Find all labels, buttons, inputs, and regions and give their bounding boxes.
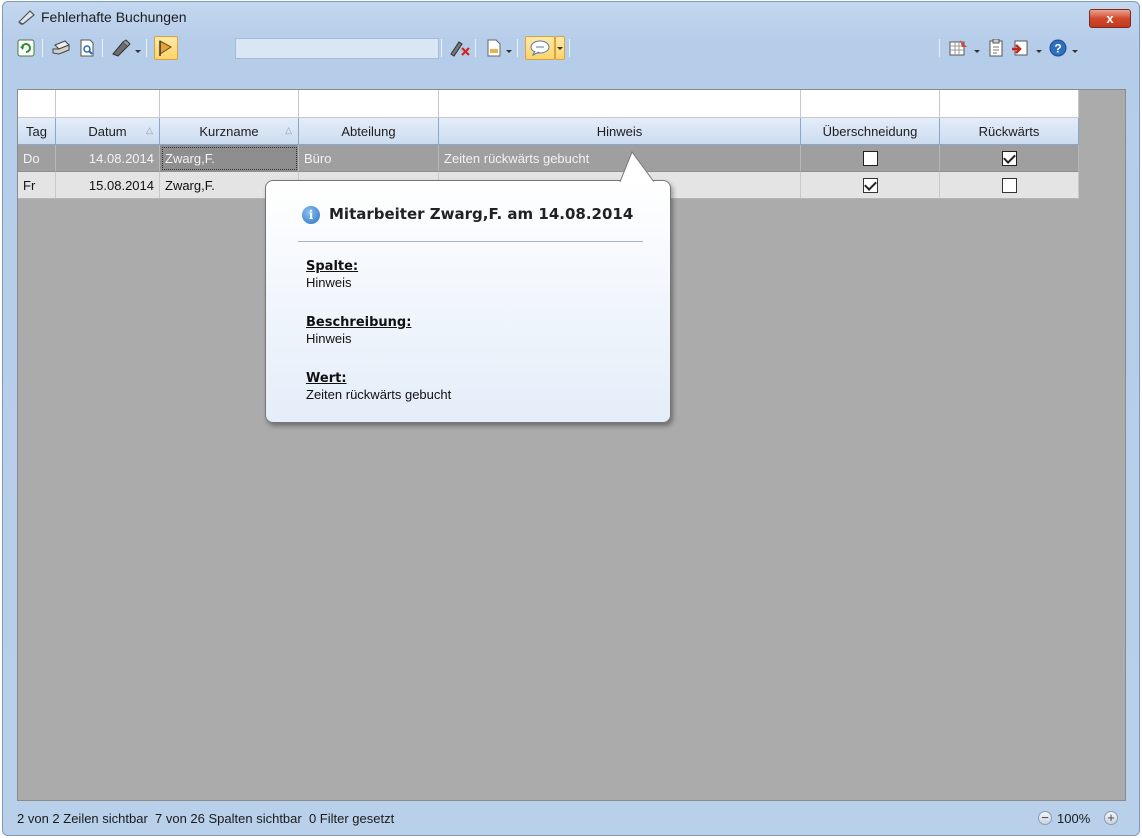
layout-dropdown-icon[interactable] xyxy=(973,43,981,53)
comment-icon[interactable] xyxy=(525,36,555,60)
column-header-tag[interactable]: Tag xyxy=(18,118,56,145)
filter-cell-abteilung[interactable] xyxy=(299,90,439,118)
zoom-in-icon[interactable]: + xyxy=(1104,811,1118,825)
ueberschneidung-checkbox[interactable] xyxy=(862,150,878,166)
zoom-level: 100% xyxy=(1057,811,1091,826)
column-header-rueckwaerts[interactable]: Rückwärts xyxy=(940,118,1079,145)
tooltip-divider xyxy=(298,241,643,242)
spalte-value: Hinweis xyxy=(306,275,352,290)
wert-value: Zeiten rückwärts gebucht xyxy=(306,387,452,402)
column-header-ueberschneidung[interactable]: Überschneidung xyxy=(801,118,940,145)
cell-ueberschneidung[interactable] xyxy=(801,172,940,199)
exit-icon[interactable] xyxy=(1009,37,1031,59)
print-preview-icon[interactable] xyxy=(76,37,98,59)
export-icon[interactable] xyxy=(483,37,505,59)
cell-abteilung[interactable]: Büro xyxy=(299,145,439,172)
beschreibung-label: Beschreibung: xyxy=(306,315,412,330)
cell-kurzname[interactable]: Zwarg,F. xyxy=(160,145,299,172)
sort-ascending-icon: △ xyxy=(146,125,153,135)
edit-dropdown-icon[interactable] xyxy=(134,43,142,53)
window-title: Fehlerhafte Buchungen xyxy=(41,9,187,25)
filter-cell-rueckwaerts[interactable] xyxy=(940,90,1079,118)
help-dropdown-icon[interactable] xyxy=(1071,43,1079,53)
column-header-kurzname[interactable]: Kurzname △ xyxy=(160,118,299,145)
clipboard-icon[interactable] xyxy=(985,37,1007,59)
cell-datum[interactable]: 15.08.2014 xyxy=(56,172,160,199)
filter-cell-datum[interactable] xyxy=(56,90,160,118)
tooltip-beschreibung: Beschreibung: Hinweis xyxy=(306,315,411,346)
tooltip-pointer xyxy=(619,151,655,183)
svg-text:?: ? xyxy=(1054,42,1061,56)
cell-ueberschneidung[interactable] xyxy=(801,145,940,172)
cell-info-tooltip: i Mitarbeiter Zwarg,F. am 14.08.2014 Spa… xyxy=(265,180,671,423)
print-icon[interactable] xyxy=(50,37,72,59)
filter-cell-kurzname[interactable] xyxy=(160,90,299,118)
toolbar: ? xyxy=(9,34,1135,62)
edit-icon[interactable] xyxy=(110,37,132,59)
refresh-icon[interactable] xyxy=(15,37,37,59)
table-row[interactable]: Do 14.08.2014 Zwarg,F. Büro Zeiten rückw… xyxy=(18,145,1079,172)
filter-cell-hinweis[interactable] xyxy=(439,90,801,118)
ueberschneidung-checkbox[interactable] xyxy=(862,177,878,193)
column-header-hinweis[interactable]: Hinweis xyxy=(439,118,801,145)
export-dropdown-icon[interactable] xyxy=(505,43,513,53)
filter-pin-icon[interactable] xyxy=(154,36,178,60)
spalte-label: Spalte: xyxy=(306,259,359,274)
exit-dropdown-icon[interactable] xyxy=(1035,43,1043,53)
cell-datum[interactable]: 14.08.2014 xyxy=(56,145,160,172)
cell-tag[interactable]: Do xyxy=(18,145,56,172)
title-bar[interactable]: Fehlerhafte Buchungen x xyxy=(3,2,1139,34)
column-header-abteilung[interactable]: Abteilung xyxy=(299,118,439,145)
close-button[interactable]: x xyxy=(1089,9,1131,28)
beschreibung-value: Hinweis xyxy=(306,331,352,346)
tooltip-title: Mitarbeiter Zwarg,F. am 14.08.2014 xyxy=(329,205,634,223)
cell-rueckwaerts[interactable] xyxy=(940,172,1079,199)
info-icon: i xyxy=(302,206,320,224)
help-icon[interactable]: ? xyxy=(1047,37,1069,59)
clear-filter-icon[interactable] xyxy=(449,37,471,59)
rueckwaerts-checkbox[interactable] xyxy=(1001,177,1017,193)
layout-icon[interactable] xyxy=(947,37,969,59)
status-bar: 2 von 2 Zeilen sichtbar 7 von 26 Spalten… xyxy=(17,808,1126,830)
filter-cell-ueberschneidung[interactable] xyxy=(801,90,940,118)
filter-row xyxy=(18,90,1079,118)
cell-rueckwaerts[interactable] xyxy=(940,145,1079,172)
cell-tag[interactable]: Fr xyxy=(18,172,56,199)
status-text: 2 von 2 Zeilen sichtbar 7 von 26 Spalten… xyxy=(17,811,395,826)
app-pen-icon xyxy=(17,8,37,26)
wert-label: Wert: xyxy=(306,371,347,386)
tooltip-spalte: Spalte: Hinweis xyxy=(306,259,358,290)
tooltip-wert: Wert: Zeiten rückwärts gebucht xyxy=(306,371,451,402)
rueckwaerts-checkbox[interactable] xyxy=(1001,150,1017,166)
comment-dropdown-icon[interactable] xyxy=(555,36,565,60)
column-header-datum[interactable]: Datum △ xyxy=(56,118,160,145)
zoom-out-icon[interactable]: − xyxy=(1038,811,1052,825)
sort-ascending-icon: △ xyxy=(285,125,292,135)
header-row: Tag Datum △ Kurzname △ Abteilung Hinweis Ü… xyxy=(18,118,1079,145)
filter-cell-tag[interactable] xyxy=(18,90,56,118)
search-input[interactable] xyxy=(235,38,439,59)
